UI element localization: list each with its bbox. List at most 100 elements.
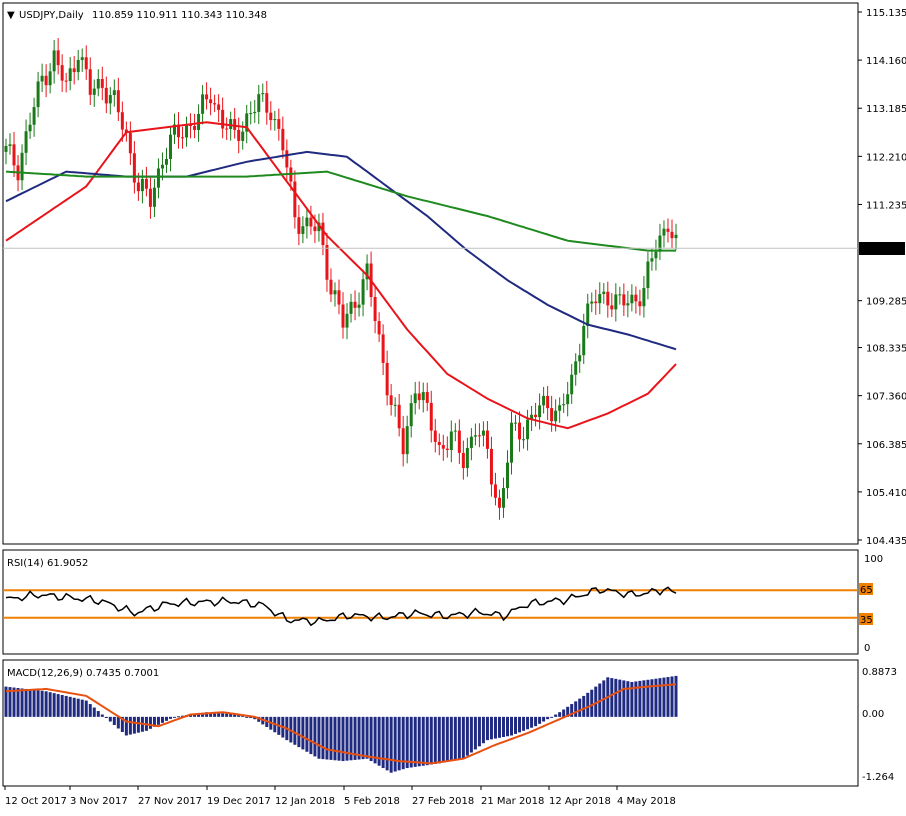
candle-body [68,68,72,82]
candle-body [136,182,140,192]
candle-body [4,145,8,152]
macd-histogram-bar [670,676,674,717]
macd-histogram-bar [164,716,168,721]
macd-histogram-bar [381,716,385,769]
candle-body [357,304,361,308]
macd-histogram-bar [341,716,345,762]
macd-histogram-bar [542,716,546,722]
candle-body [52,50,56,72]
macd-histogram-bar [56,694,60,717]
macd-histogram-bar [84,700,88,717]
candle-body [522,439,526,441]
macd-histogram-bar [88,704,92,717]
macd-histogram-bar [173,716,177,718]
candle-body [481,430,485,436]
macd-histogram-bar [405,716,409,769]
macd-histogram-bar [437,716,441,764]
candle-body [313,226,317,232]
macd-histogram-bar [80,699,84,717]
macd-histogram-bar [369,716,373,762]
macd-tick-min: -1.264 [862,772,894,783]
candle-body [285,150,289,168]
macd-tick-max: 0.8873 [862,667,897,678]
candle-body [457,430,461,453]
macd-histogram-bar [297,716,301,748]
dropdown-triangle-icon[interactable]: ▼ [7,10,15,21]
candle-body [32,107,36,125]
macd-histogram-bar [650,679,654,717]
date-tick-label: 12 Oct 2017 [5,796,67,807]
candle-body [217,104,221,110]
macd-histogram-bar [425,716,429,766]
candle-body [461,452,465,469]
macd-histogram-bar [441,716,445,763]
candle-body [237,129,241,141]
macd-histogram-bar [136,716,140,733]
macd-histogram-bar [461,716,465,759]
macd-histogram-bar [622,680,626,717]
macd-histogram-bar [373,716,377,764]
candle-body [140,178,144,192]
candle-body [44,75,48,86]
macd-histogram-bar [385,716,389,771]
candle-body [8,144,12,146]
price-tick-label: 104.435 [866,536,906,547]
macd-histogram-bar [329,716,333,760]
candle-body [80,57,84,60]
candle-body [437,441,441,446]
candle-body [449,431,453,451]
macd-histogram-bar [558,712,562,717]
candle-body [181,137,185,139]
macd-histogram-bar [453,716,457,761]
macd-histogram-bar [445,716,449,762]
chart-canvas: 115.135 114.160 113.185 112.210 111.235 109.2… [2,2,906,807]
macd-histogram-bar [421,716,425,766]
macd-histogram-bar [221,713,225,717]
candle-body [646,261,650,289]
macd-histogram-bar [160,716,164,723]
macd-histogram-bar [510,716,514,736]
candle-body [261,93,265,95]
price-tick-label: 115.135 [866,8,906,19]
price-tick-label: 114.160 [866,56,906,67]
macd-histogram-bar [465,716,469,756]
macd-histogram-bar [485,716,489,741]
candle-body [197,113,201,130]
date-tick-label: 4 May 2018 [617,796,676,807]
macd-histogram-bar [526,716,530,730]
candle-body [92,88,96,95]
candle-body [574,361,578,375]
macd-histogram-bar [554,714,558,717]
price-tick-label: 108.335 [866,344,906,355]
date-tick-label: 21 Mar 2018 [481,796,544,807]
candle-body [670,231,674,239]
candle-body [120,112,124,130]
candle-body [634,294,638,302]
macd-histogram-bar [156,716,160,725]
candle-body [337,290,341,305]
candle-body [473,435,477,437]
price-panel [2,2,859,545]
candle-body [325,245,329,280]
current-price-label: 110.348 [862,244,903,255]
candle-body [477,435,481,437]
macd-histogram-bar [481,716,485,744]
macd-histogram-bar [654,678,658,717]
macd-histogram-bar [393,716,397,772]
candle-body [538,405,542,418]
candle-body [345,313,349,328]
candle-body [265,93,269,113]
candle-body [413,393,417,404]
candle-body [273,119,277,121]
candle-body [108,95,112,104]
candle-body [193,125,197,130]
price-tick-label: 106.385 [866,440,906,451]
macd-histogram-bar [457,716,461,760]
candle-body [100,78,104,88]
macd-histogram-bar [124,716,128,736]
macd-histogram-bar [92,707,96,717]
candle-body [305,217,309,227]
macd-histogram-bar [610,678,614,717]
macd-histogram-bar [72,697,76,717]
macd-histogram-bar [64,695,68,717]
